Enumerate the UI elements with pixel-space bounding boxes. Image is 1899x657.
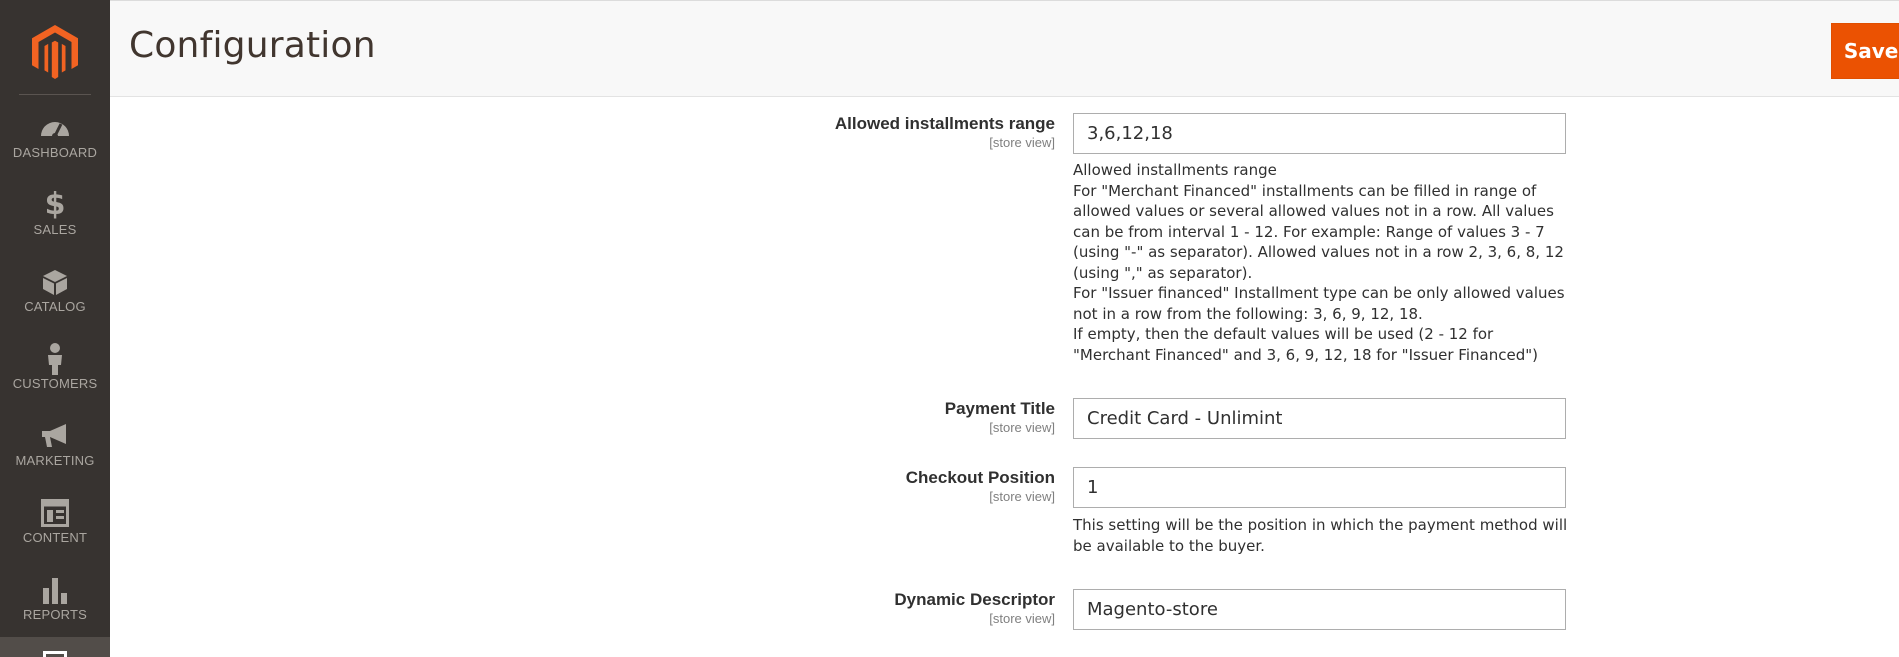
checkout-position-label: Checkout Position <box>905 468 1055 487</box>
nav-label-content: CONTENT <box>22 530 88 545</box>
dynamic-descriptor-input[interactable] <box>1073 589 1566 630</box>
payment-title-input[interactable] <box>1073 398 1566 439</box>
nav-label-catalog: CATALOG <box>24 299 86 314</box>
nav-label-dashboard: DASHBOARD <box>12 145 98 160</box>
installments-input[interactable] <box>1073 113 1566 154</box>
admin-sidebar: DASHBOARD $ SALES CATALOG CUSTOMERS MARK… <box>0 0 110 657</box>
dynamic-descriptor-scope: [store view] <box>989 611 1055 626</box>
installments-note-line: Allowed installments range <box>1073 161 1277 179</box>
nav-item-content[interactable]: CONTENT <box>0 494 110 566</box>
nav-label-marketing: MARKETING <box>15 453 95 468</box>
payment-title-label: Payment Title <box>944 399 1055 418</box>
box-icon <box>0 267 110 297</box>
save-config-button[interactable]: Save Config <box>1831 23 1899 79</box>
installments-scope: [store view] <box>989 135 1055 150</box>
nav-item-marketing[interactable]: MARKETING <box>0 417 110 489</box>
magento-logo-icon[interactable] <box>31 25 79 79</box>
installments-note-line: If empty, then the default values will b… <box>1073 325 1538 364</box>
checkout-position-input[interactable] <box>1073 467 1566 508</box>
megaphone-icon <box>0 421 110 451</box>
nav-label-reports: REPORTS <box>22 607 87 622</box>
stores-icon <box>43 651 67 657</box>
nav-item-sales[interactable]: $ SALES <box>0 186 110 258</box>
dollar-icon: $ <box>44 187 66 222</box>
bar-chart-icon <box>0 575 110 605</box>
nav-item-reports[interactable]: REPORTS <box>0 571 110 643</box>
page-header: Configuration Save Config <box>110 0 1899 97</box>
checkout-position-scope: [store view] <box>989 489 1055 504</box>
nav-label-sales: SALES <box>33 222 77 237</box>
installments-note: Allowed installments range For "Merchant… <box>1073 160 1573 365</box>
installments-label: Allowed installments range <box>834 114 1055 133</box>
nav-item-customers[interactable]: CUSTOMERS <box>0 340 110 412</box>
checkout-position-note: This setting will be the position in whi… <box>1073 516 1568 555</box>
dashboard-icon <box>0 113 110 143</box>
installments-note-line: For "Issuer financed" Installment type c… <box>1073 284 1565 323</box>
nav-item-catalog[interactable]: CATALOG <box>0 263 110 335</box>
dynamic-descriptor-label: Dynamic Descriptor <box>894 590 1055 609</box>
logo-divider <box>19 94 91 95</box>
page-title: Configuration <box>129 25 376 66</box>
layout-icon <box>0 498 110 528</box>
payment-title-scope: [store view] <box>989 420 1055 435</box>
person-icon <box>0 343 110 375</box>
nav-item-dashboard[interactable]: DASHBOARD <box>0 109 110 181</box>
installments-note-line: For "Merchant Financed" installments can… <box>1073 181 1564 282</box>
nav-label-customers: CUSTOMERS <box>12 376 98 391</box>
